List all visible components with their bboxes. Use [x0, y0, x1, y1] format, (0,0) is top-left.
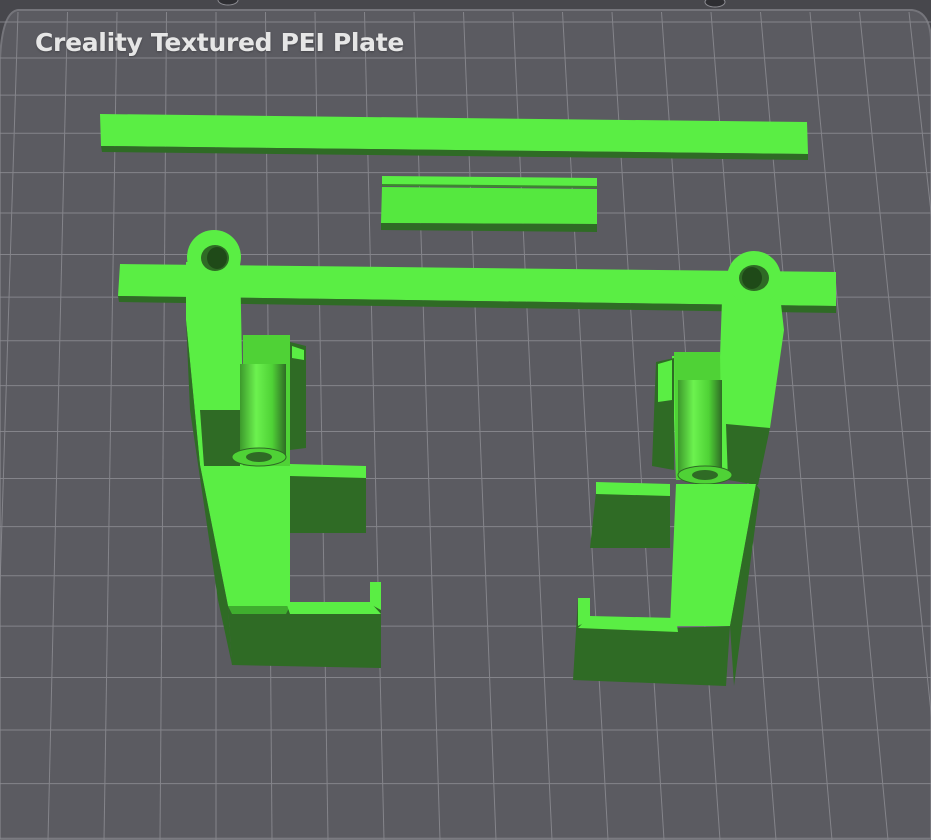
plate-clip-left [217, 0, 239, 6]
long-bar-top[interactable] [100, 114, 808, 160]
3d-viewport[interactable]: Creality Textured PEI Plate [0, 0, 931, 840]
plate-name-label: Creality Textured PEI Plate [35, 28, 405, 57]
short-bar-middle[interactable] [381, 176, 598, 232]
plate-clip-right [704, 0, 726, 8]
build-plate-scene[interactable] [0, 0, 931, 840]
